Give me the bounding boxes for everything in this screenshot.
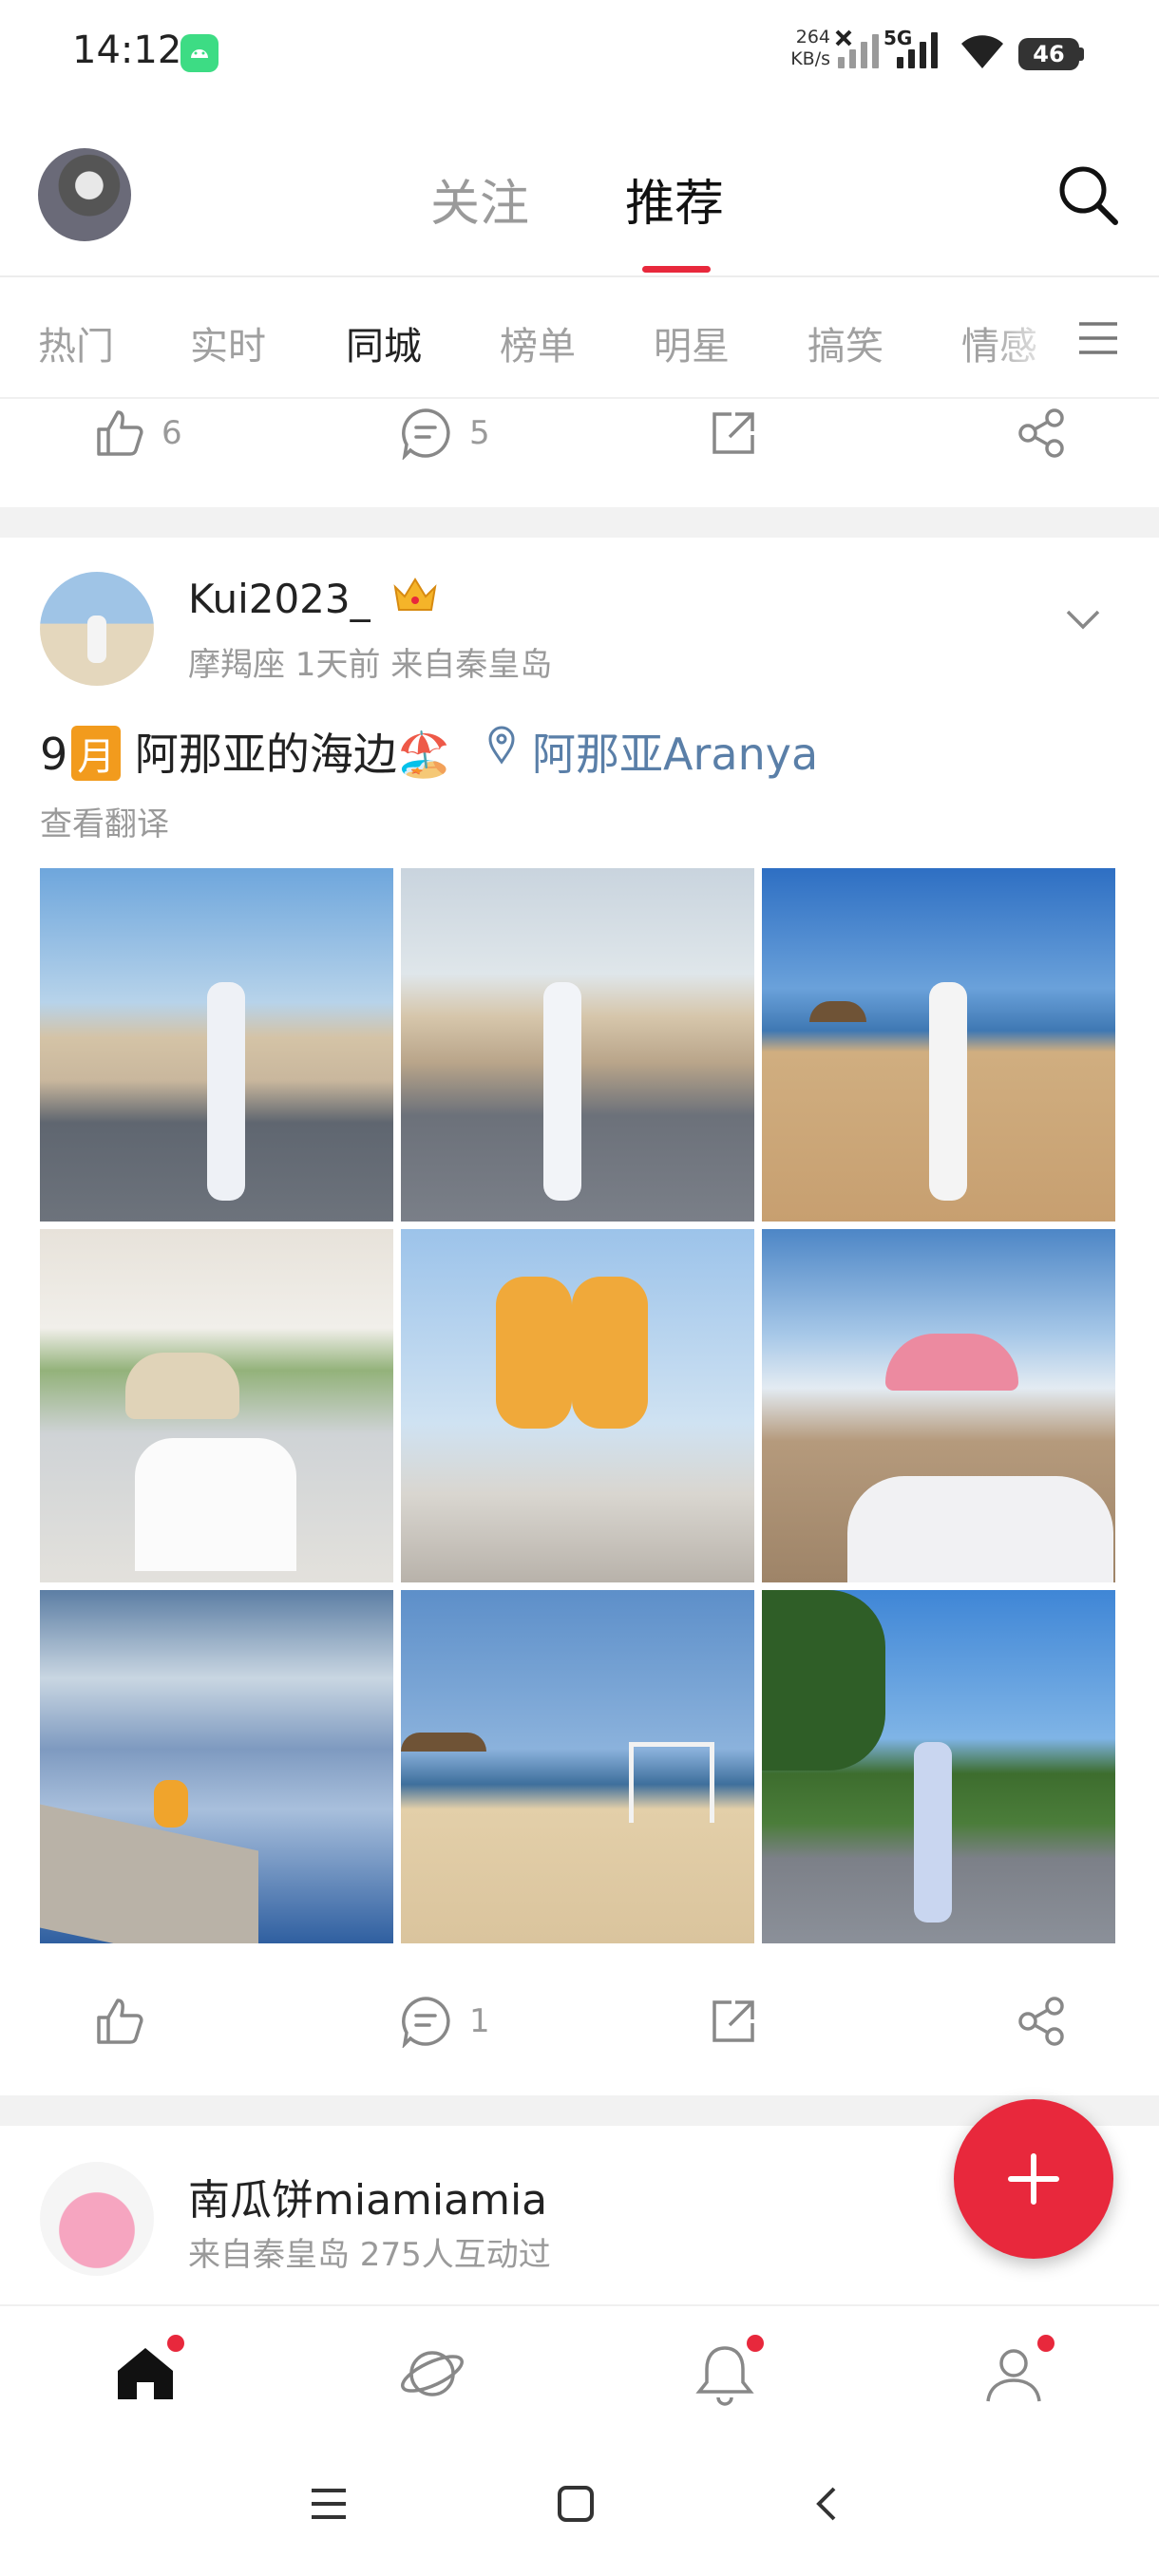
forward-icon[interactable] <box>707 1995 760 2048</box>
comment-count: 1 <box>469 2002 490 2040</box>
post-text-prefix: 9 <box>40 729 68 780</box>
header-divider <box>0 275 1159 277</box>
menu-icon[interactable] <box>1077 321 1119 355</box>
bell-badge <box>747 2335 764 2352</box>
category-hot[interactable]: 热门 <box>38 315 114 370</box>
home-icon[interactable] <box>112 2340 179 2407</box>
next-post-meta: 来自秦皇岛 275人互动过 <box>188 2236 551 2274</box>
battery-level: 46 <box>1018 38 1079 70</box>
location-link[interactable]: 阿那亚Aranya <box>532 720 818 783</box>
comment-icon[interactable] <box>399 407 452 462</box>
add-post-button[interactable] <box>954 2099 1113 2259</box>
next-post-avatar[interactable] <box>40 2162 154 2276</box>
add-icon <box>1008 2153 1059 2205</box>
net-speed-unit: KB/s <box>790 48 830 69</box>
active-tab-indicator <box>642 266 711 273</box>
location-pin-icon <box>486 724 517 766</box>
photo-7[interactable] <box>40 1590 393 1943</box>
post-username[interactable]: Kui2023_ <box>188 576 370 622</box>
category-local[interactable]: 同城 <box>346 315 422 370</box>
like-icon[interactable] <box>93 1995 146 2048</box>
photo-1[interactable] <box>40 868 393 1222</box>
category-divider <box>0 397 1159 399</box>
my-avatar[interactable] <box>38 148 131 241</box>
crown-icon <box>391 574 439 616</box>
bell-icon[interactable] <box>692 2340 758 2407</box>
post-text: 9月 阿那亚的海边🏖️ <box>40 720 451 783</box>
android-icon <box>180 34 218 72</box>
signal-x-icon <box>834 28 891 68</box>
net-speed-value: 264 <box>795 27 830 47</box>
discover-icon[interactable] <box>399 2340 466 2407</box>
search-icon[interactable] <box>1056 163 1119 226</box>
comment-icon[interactable] <box>399 1995 452 2050</box>
category-ranking[interactable]: 榜单 <box>500 315 576 370</box>
home-badge <box>167 2335 184 2352</box>
forward-icon[interactable] <box>707 407 760 460</box>
photo-4[interactable] <box>40 1229 393 1582</box>
chevron-down-icon[interactable] <box>1064 604 1102 633</box>
share-icon[interactable] <box>1015 1995 1068 2048</box>
tab-recommend[interactable]: 推荐 <box>625 163 724 235</box>
signal-icon <box>897 28 944 68</box>
profile-badge <box>1037 2335 1054 2352</box>
tab-follow[interactable]: 关注 <box>430 163 529 235</box>
post-separator <box>0 507 1159 538</box>
post-text-main: 阿那亚的海边🏖️ <box>121 729 452 780</box>
prev-comment-count: 5 <box>469 414 490 452</box>
bottom-nav <box>0 2304 1159 2449</box>
photo-3[interactable] <box>762 868 1115 1222</box>
battery-icon <box>1079 47 1084 61</box>
photo-9[interactable] <box>762 1590 1115 1943</box>
profile-icon[interactable] <box>980 2340 1047 2407</box>
system-menu-icon[interactable] <box>310 2485 348 2523</box>
category-realtime[interactable]: 实时 <box>190 315 266 370</box>
like-icon[interactable] <box>93 407 146 460</box>
category-celebrity[interactable]: 明星 <box>654 315 730 370</box>
wifi-icon <box>956 30 1009 70</box>
translate-link[interactable]: 查看翻译 <box>40 798 169 844</box>
system-back-icon[interactable] <box>808 2485 846 2523</box>
share-icon[interactable] <box>1015 407 1068 460</box>
photo-5[interactable] <box>401 1229 754 1582</box>
next-post-username[interactable]: 南瓜饼miamiamia <box>188 2166 547 2226</box>
photo-8[interactable] <box>401 1590 754 1943</box>
post-meta: 摩羯座 1天前 来自秦皇岛 <box>188 646 553 684</box>
post-avatar[interactable] <box>40 572 154 686</box>
net-speed: 264 KB/s <box>785 27 830 70</box>
photo-6[interactable] <box>762 1229 1115 1582</box>
date-badge: 月 <box>71 726 122 781</box>
photo-2[interactable] <box>401 868 754 1222</box>
system-home-icon[interactable] <box>557 2485 595 2523</box>
prev-like-count: 6 <box>162 414 182 452</box>
category-funny[interactable]: 搞笑 <box>808 315 884 370</box>
status-time: 14:12 <box>72 28 182 72</box>
